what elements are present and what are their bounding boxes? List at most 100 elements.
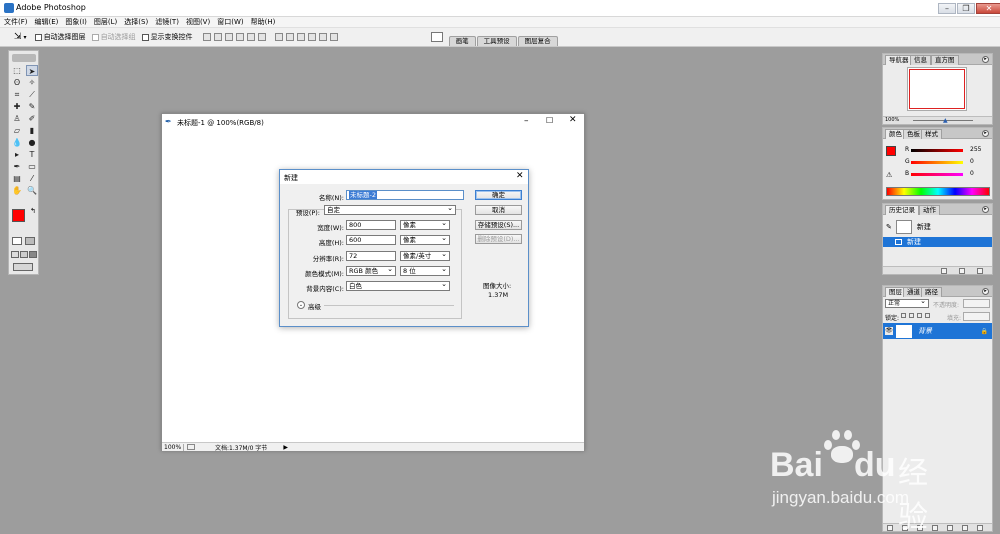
dodge-tool-icon[interactable]: ●: [26, 137, 38, 148]
distribute-bottom-icon[interactable]: [296, 33, 305, 41]
layers-menu-icon[interactable]: ▸: [982, 288, 989, 295]
color-fg-swatch[interactable]: [886, 146, 896, 156]
width-input[interactable]: 800: [346, 220, 396, 230]
height-unit-select[interactable]: 像素: [400, 234, 450, 245]
zoom-tool-icon[interactable]: 🔍: [26, 185, 38, 196]
lock-all-icon[interactable]: [925, 313, 930, 318]
minimize-button[interactable]: –: [938, 3, 956, 14]
clone-stamp-tool-icon[interactable]: ♙: [11, 113, 23, 124]
status-preview-icon[interactable]: [187, 444, 195, 450]
zoom-level[interactable]: 100%: [164, 443, 184, 451]
layer-row-background[interactable]: 👁 背景 🔒: [883, 323, 992, 339]
lock-transparency-icon[interactable]: [901, 313, 906, 318]
g-value[interactable]: 0: [970, 158, 974, 165]
b-value[interactable]: 0: [970, 170, 974, 177]
align-hcenter-icon[interactable]: [246, 33, 255, 41]
align-vcenter-icon[interactable]: [213, 33, 222, 41]
align-bottom-icon[interactable]: [224, 33, 233, 41]
ok-button[interactable]: 确定: [475, 190, 522, 200]
align-right-icon[interactable]: [257, 33, 266, 41]
new-document-from-state-icon[interactable]: [941, 268, 947, 274]
resolution-unit-select[interactable]: 像素/英寸: [400, 250, 450, 261]
cancel-button[interactable]: 取消: [475, 205, 522, 215]
new-group-icon[interactable]: [947, 525, 953, 531]
menu-window[interactable]: 窗口(W): [217, 17, 243, 27]
advanced-label[interactable]: 高级: [308, 301, 321, 311]
foreground-color-swatch[interactable]: [12, 209, 25, 222]
distribute-left-icon[interactable]: [307, 33, 316, 41]
advanced-toggle-icon[interactable]: ⌄: [297, 301, 305, 309]
background-select[interactable]: 白色: [346, 280, 450, 291]
delete-preset-button[interactable]: 删除预设(D)...: [475, 234, 522, 244]
status-menu-arrow-icon[interactable]: ▶: [283, 444, 288, 451]
blend-mode-select[interactable]: 正常: [885, 298, 929, 308]
navigator-zoom-thumb-icon[interactable]: ▲: [943, 117, 948, 124]
preset-select[interactable]: 自定: [324, 204, 456, 215]
distribute-vcenter-icon[interactable]: [285, 33, 294, 41]
save-preset-button[interactable]: 存储预设(S)...: [475, 220, 522, 230]
jump-to-imageready-icon[interactable]: [13, 263, 33, 271]
menu-image[interactable]: 图象(I): [65, 17, 87, 27]
tab-paths[interactable]: 路径: [921, 287, 942, 297]
navigator-menu-icon[interactable]: ▸: [982, 56, 989, 63]
distribute-top-icon[interactable]: [274, 33, 283, 41]
dock-tab-layer-comps[interactable]: 图层复合: [517, 36, 558, 46]
b-slider[interactable]: [911, 173, 963, 176]
history-state-row[interactable]: 新建: [883, 237, 992, 247]
show-transform-checkbox[interactable]: [141, 33, 149, 41]
restore-button[interactable]: ❐: [957, 3, 975, 14]
new-snapshot-icon[interactable]: [959, 268, 965, 274]
auto-select-group-checkbox[interactable]: [91, 33, 99, 41]
close-button[interactable]: ✕: [976, 3, 1000, 14]
menu-view[interactable]: 视图(V): [186, 17, 210, 27]
resolution-input[interactable]: 72: [346, 251, 396, 261]
hand-tool-icon[interactable]: ✋: [11, 185, 23, 196]
healing-brush-tool-icon[interactable]: ✚: [11, 101, 23, 112]
r-value[interactable]: 255: [970, 146, 981, 153]
align-left-icon[interactable]: [235, 33, 244, 41]
menu-filter[interactable]: 滤镜(T): [155, 17, 179, 27]
opacity-input[interactable]: [963, 299, 990, 308]
slice-tool-icon[interactable]: ⟋: [26, 89, 38, 100]
pen-tool-icon[interactable]: ✒: [11, 161, 23, 172]
tab-navigator[interactable]: 导航器: [885, 55, 913, 65]
color-ramp[interactable]: [886, 187, 990, 196]
lasso-tool-icon[interactable]: ʘ: [11, 77, 23, 88]
eraser-tool-icon[interactable]: ▱: [11, 125, 23, 136]
swap-colors-icon[interactable]: ↰: [30, 207, 36, 215]
distribute-right-icon[interactable]: [329, 33, 338, 41]
move-tool-icon[interactable]: ➤: [26, 65, 38, 76]
align-top-icon[interactable]: [202, 33, 211, 41]
link-layers-icon[interactable]: [887, 525, 893, 531]
g-slider[interactable]: [911, 161, 963, 164]
blur-tool-icon[interactable]: 💧: [11, 137, 23, 148]
screen-mode-menu-icon[interactable]: [20, 251, 28, 258]
menu-select[interactable]: 选择(S): [124, 17, 148, 27]
tab-histogram[interactable]: 直方图: [931, 55, 959, 65]
dialog-close-icon[interactable]: ✕: [516, 171, 524, 181]
delete-layer-icon[interactable]: [977, 525, 983, 531]
height-input[interactable]: 600: [346, 235, 396, 245]
lock-pixels-icon[interactable]: [909, 313, 914, 318]
quick-mask-icon[interactable]: [25, 237, 35, 245]
width-unit-select[interactable]: 像素: [400, 219, 450, 230]
shape-tool-icon[interactable]: ▭: [26, 161, 38, 172]
menu-edit[interactable]: 编辑(E): [35, 17, 59, 27]
tab-styles[interactable]: 样式: [921, 129, 942, 139]
dock-tab-brushes[interactable]: 画笔: [448, 36, 476, 46]
layer-visibility-eye-icon[interactable]: 👁: [885, 327, 893, 335]
bit-depth-select[interactable]: 8 位: [400, 265, 450, 276]
distribute-hcenter-icon[interactable]: [318, 33, 327, 41]
crop-tool-icon[interactable]: ⌗: [11, 89, 23, 100]
adjustment-layer-icon[interactable]: [932, 525, 938, 531]
doc-minimize-button[interactable]: –: [524, 116, 529, 126]
fill-input[interactable]: [963, 312, 990, 321]
history-brush-tool-icon[interactable]: ✐: [26, 113, 38, 124]
color-mode-select[interactable]: RGB 颜色: [346, 265, 396, 276]
history-snapshot-row[interactable]: ✎ 新建: [883, 218, 992, 235]
doc-maximize-button[interactable]: ☐: [546, 116, 553, 125]
new-layer-icon[interactable]: [962, 525, 968, 531]
screen-mode-full-icon[interactable]: [29, 251, 37, 258]
path-selection-tool-icon[interactable]: ▸: [11, 149, 23, 160]
tool-preset-dropdown-icon[interactable]: ▾: [24, 34, 27, 41]
